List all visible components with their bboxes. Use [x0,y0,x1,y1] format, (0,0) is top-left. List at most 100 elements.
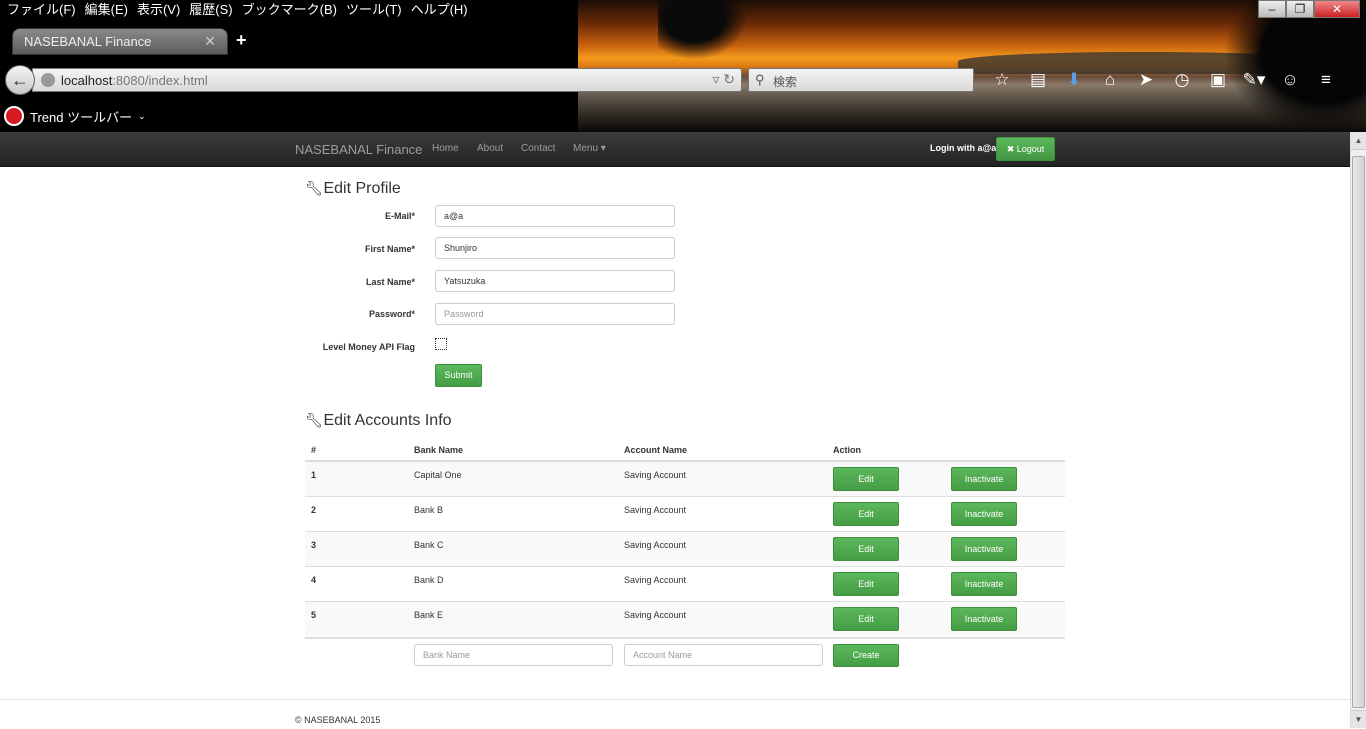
menu-file[interactable]: ファイル(F) [4,0,82,22]
nav-contact[interactable]: Contact [521,143,555,154]
reading-list-icon[interactable]: ▤ [1020,68,1056,92]
menu-history[interactable]: 履歴(S) [186,0,238,22]
logout-button[interactable]: ✖ Logout [996,137,1055,161]
edit-button[interactable]: Edit [833,501,899,526]
close-tab-icon[interactable]: ✕ [204,33,216,50]
new-tab-icon[interactable]: + [236,30,247,51]
menu-bar: ファイル(F) 編集(E) 表示(V) 履歴(S) ブックマーク(B) ツール(… [0,0,474,22]
inactivate-button[interactable]: Inactivate [951,467,1017,491]
bank-name: Bank D [408,565,618,601]
edit-button[interactable]: Edit [833,536,899,561]
close-window-button[interactable]: ✕ [1314,0,1360,18]
home-icon[interactable]: ⌂ [1092,68,1128,92]
menu-edit[interactable]: 編集(E) [82,0,134,22]
menu-help[interactable]: ヘルプ(H) [408,0,474,22]
menu-tools[interactable]: ツール(T) [343,0,408,22]
edit-cell: Edit [827,460,945,496]
submit-button[interactable]: Submit [435,364,482,387]
row-number: 2 [305,495,408,531]
smiley-icon[interactable]: ☺ [1272,68,1308,92]
create-button[interactable]: Create [833,644,899,667]
new-account-name-field[interactable]: Account Name [624,644,823,666]
url-bar[interactable]: localhost:8080/index.html ▿ ↻ [32,68,742,92]
inactivate-cell: Inactivate [945,460,1065,496]
menu-bookmarks[interactable]: ブックマーク(B) [239,0,343,22]
nav-about[interactable]: About [477,143,503,154]
chevron-down-icon: ⌄ [138,110,146,121]
last-name-field[interactable]: Yatsuzuka [435,270,675,292]
edit-button[interactable]: Edit [833,606,899,631]
row-number: 5 [305,600,408,636]
edit-cell: Edit [827,600,945,636]
url-host: localhost [61,73,113,88]
close-icon: ✖ [1006,144,1015,154]
reload-icon[interactable]: ▿ ↻ [712,71,735,88]
last-name-label: Last Name* [365,277,415,287]
logout-label: Logout [1016,144,1045,154]
wrench-icon: 🔧︎ [305,180,323,196]
inactivate-button[interactable]: Inactivate [951,536,1017,561]
email-field[interactable]: a@a [435,205,675,227]
row-number: 1 [305,460,408,496]
edit-profile-heading: 🔧︎ Edit Profile [305,180,401,198]
footer-divider [0,699,1350,700]
nav-home[interactable]: Home [432,143,459,154]
browser-tab[interactable]: NASEBANAL Finance ✕ [12,28,228,55]
first-name-field[interactable]: Shunjiro [435,237,675,259]
inactivate-button[interactable]: Inactivate [951,606,1017,631]
level-money-flag-label: Level Money API Flag [322,342,415,352]
inactivate-cell: Inactivate [945,530,1065,566]
download-icon[interactable]: ⬇ [1056,68,1092,92]
accounts-table: # Bank Name Account Name Action 1 Capita… [305,439,1065,636]
inactivate-cell: Inactivate [945,600,1065,636]
search-box[interactable]: ⚲ 検索 [748,68,974,92]
wrench-icon: 🔧︎ [305,412,323,428]
scroll-down-icon[interactable]: ▼ [1351,710,1366,728]
email-label: E-Mail* [384,211,415,221]
hamburger-menu-icon[interactable]: ≡ [1308,68,1344,92]
account-name: Saving Account [618,530,827,566]
inactivate-button[interactable]: Inactivate [951,571,1017,596]
password-field[interactable]: Password [435,303,675,325]
table-row: 5 Bank E Saving Account Edit Inactivate [305,600,1065,636]
search-placeholder: 検索 [773,75,798,89]
new-bank-name-field[interactable]: Bank Name [414,644,613,666]
row-number: 4 [305,565,408,601]
edit-button[interactable]: Edit [833,571,899,596]
extension-icon[interactable]: ▣ [1200,68,1236,92]
col-action-2 [945,439,1065,462]
tab-title: NASEBANAL Finance [24,34,152,49]
brand-link[interactable]: NASEBANAL Finance [295,142,422,157]
scrollbar-thumb[interactable] [1352,156,1365,708]
menu-view[interactable]: 表示(V) [134,0,186,22]
back-button[interactable]: ← [5,65,35,95]
account-name: Saving Account [618,495,827,531]
minimize-button[interactable]: – [1258,0,1286,18]
url-text: localhost:8080/index.html [61,73,208,88]
inactivate-cell: Inactivate [945,495,1065,531]
table-row: 2 Bank B Saving Account Edit Inactivate [305,495,1065,531]
trend-toolbar[interactable]: Trend ツールバー ⌄ [4,106,146,126]
login-status: Login with a@a [930,143,997,153]
share-icon[interactable]: ➤ [1128,68,1164,92]
edit-accounts-heading: 🔧︎ Edit Accounts Info [305,412,452,430]
inactivate-cell: Inactivate [945,565,1065,601]
inactivate-button[interactable]: Inactivate [951,501,1017,526]
level-money-flag-checkbox[interactable] [435,338,447,350]
edit-cell: Edit [827,495,945,531]
vertical-scrollbar[interactable]: ▲ ▼ [1350,132,1366,728]
edit-button[interactable]: Edit [833,467,899,491]
pen-icon[interactable]: ✎▾ [1236,68,1272,92]
nav-menu-dropdown[interactable]: Menu ▾ [573,143,606,154]
maximize-button[interactable]: ❐ [1286,0,1314,18]
bank-name: Bank B [408,495,618,531]
scroll-up-icon[interactable]: ▲ [1351,132,1366,150]
globe-icon [41,73,55,87]
star-icon[interactable]: ☆ [984,68,1020,92]
table-header-row: # Bank Name Account Name Action [305,439,1065,462]
col-bank-name: Bank Name [408,439,618,462]
edit-accounts-title: Edit Accounts Info [323,412,452,429]
edit-profile-title: Edit Profile [323,180,401,197]
account-name: Saving Account [618,460,827,496]
clock-icon[interactable]: ◷ [1164,68,1200,92]
